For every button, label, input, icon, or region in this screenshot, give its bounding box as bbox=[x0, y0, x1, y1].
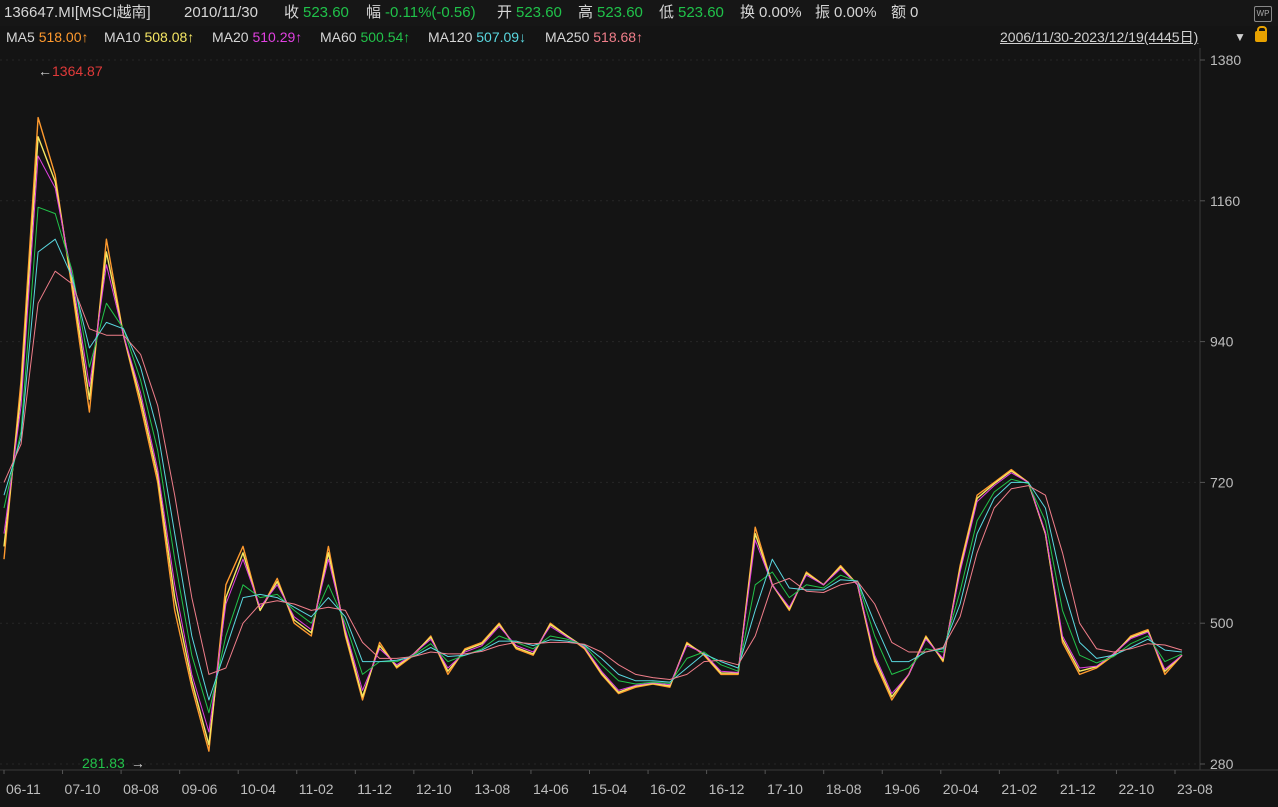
ma5-indicator[interactable]: MA5 518.00↑ bbox=[6, 26, 89, 48]
price-chart[interactable]: 1380 1160 940 720 500 280 06-11 07-10 08-08 09-0… bbox=[0, 48, 1278, 807]
x-tick-label: 08-08 bbox=[123, 781, 159, 797]
chevron-down-icon[interactable]: ▼ bbox=[1234, 26, 1246, 48]
ma20-label: MA20 bbox=[212, 29, 249, 45]
ma120-value: 507.09↓ bbox=[476, 29, 527, 45]
x-tick-label: 16-02 bbox=[650, 781, 686, 797]
ma250-value: 518.68↑ bbox=[593, 29, 644, 45]
x-tick-label: 20-04 bbox=[943, 781, 979, 797]
x-tick-label: 11-12 bbox=[357, 781, 392, 797]
x-tick-label: 09-06 bbox=[182, 781, 218, 797]
x-tick-label: 18-08 bbox=[826, 781, 862, 797]
ma10-indicator[interactable]: MA10 508.08↑ bbox=[104, 26, 194, 48]
ma10-label: MA10 bbox=[104, 29, 141, 45]
x-tick-label: 14-06 bbox=[533, 781, 569, 797]
x-tick-label: 17-10 bbox=[767, 781, 803, 797]
turnover-value: 0.00% bbox=[759, 4, 802, 21]
high-value: 523.60 bbox=[597, 4, 643, 21]
amplitude-label: 振 bbox=[815, 4, 831, 21]
y-tick-label: 500 bbox=[1210, 615, 1234, 631]
x-tick-label: 10-04 bbox=[240, 781, 276, 797]
lock-icon[interactable] bbox=[1255, 26, 1267, 42]
x-tick-label: 19-06 bbox=[884, 781, 920, 797]
amplitude-value: 0.00% bbox=[834, 4, 877, 21]
open-value: 523.60 bbox=[516, 4, 562, 21]
ma5-value: 518.00↑ bbox=[38, 29, 89, 45]
left-arrow-icon: ← bbox=[38, 63, 52, 79]
open-label: 开 bbox=[497, 4, 513, 21]
ma250-indicator[interactable]: MA250 518.68↑ bbox=[545, 26, 643, 48]
low-label: 低 bbox=[659, 4, 675, 21]
right-arrow-icon: → bbox=[131, 755, 145, 771]
quote-header: 136647.MI[MSCI越南] 2010/11/30 收 523.60 幅 … bbox=[0, 0, 1278, 27]
close-value: 523.60 bbox=[303, 4, 349, 21]
x-tick-label: 23-08 bbox=[1177, 781, 1213, 797]
high-label: 高 bbox=[578, 4, 594, 21]
min-price-value: 281.83 bbox=[82, 755, 125, 771]
ma250-label: MA250 bbox=[545, 29, 590, 45]
low-value: 523.60 bbox=[678, 4, 724, 21]
ma120-label: MA120 bbox=[428, 29, 473, 45]
x-tick-label: 11-02 bbox=[299, 781, 334, 797]
x-tick-label: 16-12 bbox=[709, 781, 745, 797]
x-tick-label: 15-04 bbox=[592, 781, 628, 797]
ma5-label: MA5 bbox=[6, 29, 35, 45]
quote-date: 2010/11/30 bbox=[184, 4, 258, 21]
wp-icon[interactable]: WP bbox=[1254, 6, 1272, 22]
x-tick-label: 06-11 bbox=[6, 781, 41, 797]
y-tick-label: 1380 bbox=[1210, 52, 1241, 68]
date-range-selector[interactable]: 2006/11/30-2023/12/19(4445日) bbox=[1000, 26, 1198, 48]
amount-label: 额 bbox=[891, 4, 907, 21]
ma10-value: 508.08↑ bbox=[144, 29, 195, 45]
max-price-label: ←1364.87 bbox=[38, 63, 103, 79]
x-tick-label: 22-10 bbox=[1118, 781, 1154, 797]
change-value: -0.11%(-0.56) bbox=[385, 4, 476, 21]
amount-value: 0 bbox=[910, 4, 919, 21]
x-tick-label: 21-02 bbox=[1001, 781, 1037, 797]
y-tick-label: 280 bbox=[1210, 756, 1234, 772]
x-tick-label: 12-10 bbox=[416, 781, 452, 797]
y-tick-label: 1160 bbox=[1210, 193, 1240, 209]
ma20-value: 510.29↑ bbox=[252, 29, 303, 45]
instrument-code[interactable]: 136647.MI[MSCI越南] bbox=[4, 0, 151, 26]
max-price-value: 1364.87 bbox=[52, 63, 103, 79]
min-price-label: 281.83 → bbox=[82, 755, 145, 771]
x-tick-label: 13-08 bbox=[474, 781, 510, 797]
change-label: 幅 bbox=[366, 4, 382, 21]
chart-background bbox=[0, 48, 1278, 807]
x-tick-label: 07-10 bbox=[65, 781, 101, 797]
close-label: 收 bbox=[284, 4, 300, 21]
ma60-label: MA60 bbox=[320, 29, 357, 45]
moving-average-bar: MA5 518.00↑ MA10 508.08↑ MA20 510.29↑ MA… bbox=[0, 26, 1278, 48]
ma120-indicator[interactable]: MA120 507.09↓ bbox=[428, 26, 526, 48]
turnover-label: 换 bbox=[740, 4, 756, 21]
ma60-value: 500.54↑ bbox=[360, 29, 411, 45]
y-tick-label: 940 bbox=[1210, 334, 1234, 350]
ma20-indicator[interactable]: MA20 510.29↑ bbox=[212, 26, 302, 48]
ma60-indicator[interactable]: MA60 500.54↑ bbox=[320, 26, 410, 48]
y-tick-label: 720 bbox=[1210, 474, 1234, 490]
x-tick-label: 21-12 bbox=[1060, 781, 1096, 797]
